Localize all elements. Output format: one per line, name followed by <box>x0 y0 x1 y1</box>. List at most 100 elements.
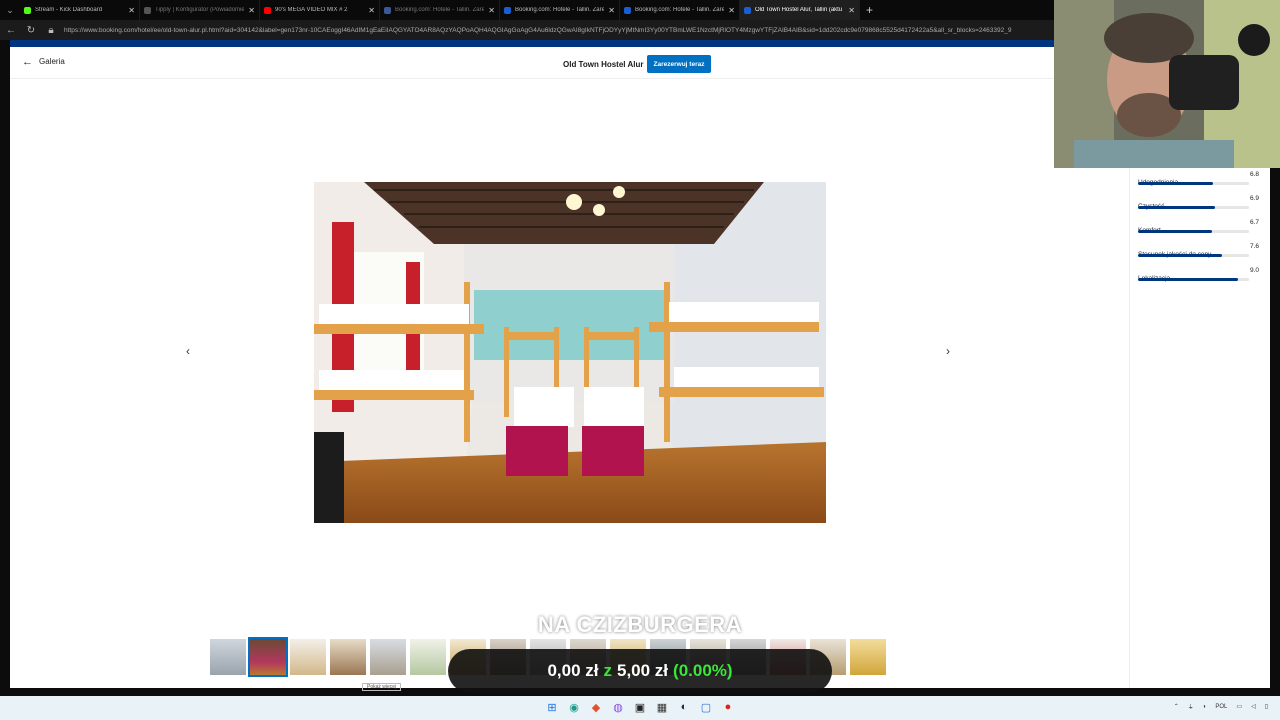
lock-icon[interactable]: 🔒︎ <box>44 25 58 36</box>
show-more-tag[interactable]: Pokaż więcej <box>362 683 402 691</box>
rating-row: Czystość 6.9 <box>1138 195 1259 213</box>
tab-menu-icon[interactable]: ⌄ <box>0 0 20 20</box>
rating-bar-fill <box>1138 182 1214 185</box>
rating-bar-fill <box>1138 278 1238 281</box>
gallery-back-link[interactable]: ← Galeria <box>22 55 65 68</box>
rating-bar-fill <box>1138 206 1215 209</box>
rating-value: 6.8 <box>1249 171 1259 178</box>
browser-tab[interactable]: Booking.com: Hotele - Tallin. Zarez ✕ <box>500 0 620 20</box>
rating-bar-track <box>1138 254 1249 257</box>
obs-icon[interactable]: ▣ <box>632 699 648 715</box>
dorm-room-photo <box>314 182 826 523</box>
rating-row: Lokalizacja 9.0 <box>1138 267 1259 285</box>
tab-favicon-icon <box>144 6 151 14</box>
gallery-thumbnail[interactable] <box>370 639 406 675</box>
taskbar-apps: ⊞ ◉ ◆ ◍ ▣ ▦ ◐ ▢ ● <box>544 699 736 715</box>
messenger-icon[interactable]: ◍ <box>610 699 626 715</box>
new-tab-icon[interactable]: + <box>860 3 879 17</box>
close-tab-icon[interactable]: ✕ <box>848 6 855 15</box>
close-tab-icon[interactable]: ✕ <box>248 6 255 15</box>
app-icon[interactable]: ▢ <box>698 699 714 715</box>
browser-tab[interactable]: 90's MEGA VIDEO MIX # 2 ✕ <box>260 0 380 20</box>
screen: ⌄ Stream - Kick Dashboard ✕ Tipply | Kon… <box>0 0 1280 720</box>
brave-browser-icon[interactable]: ◆ <box>588 699 604 715</box>
gallery-header: ← Galeria Old Town Hostel Alur Zarezerwu… <box>10 47 1130 79</box>
close-tab-icon[interactable]: ✕ <box>608 6 615 15</box>
rating-bar-track <box>1138 230 1249 233</box>
tray-chevron-icon[interactable]: ⌃ <box>1174 703 1179 710</box>
rating-bar-fill <box>1138 230 1213 233</box>
rating-bar-track <box>1138 206 1249 209</box>
system-tray: ⌃ ⏚ ◗ POL ▭ ◁ ▯ <box>1174 702 1268 712</box>
volume-icon[interactable]: ◁ <box>1251 703 1256 710</box>
rating-value: 9.0 <box>1249 267 1259 274</box>
tab-favicon-icon <box>264 6 271 14</box>
close-tab-icon[interactable]: ✕ <box>488 6 495 15</box>
calculator-icon[interactable]: ▦ <box>654 699 670 715</box>
tab-title: 90's MEGA VIDEO MIX # 2 <box>275 7 348 13</box>
tab-title: Tipply | Konfigurator (Powiadomienia) <box>155 7 245 13</box>
tab-title: Booking.com: Hotele - Tallin. Zarez <box>515 7 605 13</box>
rating-row: Udogodnienia 6.8 <box>1138 171 1259 189</box>
edge-browser-icon[interactable]: ◉ <box>566 699 582 715</box>
rating-value: 6.9 <box>1249 195 1259 202</box>
reserve-now-button[interactable]: Zarezerwuj teraz <box>647 55 711 73</box>
rating-bar-fill <box>1138 254 1223 257</box>
rating-value: 7.6 <box>1249 243 1259 250</box>
close-tab-icon[interactable]: ✕ <box>728 6 735 15</box>
steam-icon[interactable]: ◐ <box>676 699 692 715</box>
gallery-thumbnail-selected[interactable] <box>248 637 288 677</box>
tab-favicon-icon <box>744 6 751 14</box>
gallery-back-label: Galeria <box>39 57 65 66</box>
tab-favicon-icon <box>504 6 511 14</box>
goal-percent: (0.00%) <box>673 661 733 680</box>
arrow-left-icon: ← <box>22 55 33 68</box>
tab-favicon-icon <box>624 6 631 14</box>
rating-value: 6.7 <box>1249 219 1259 226</box>
back-arrow-icon[interactable]: ← <box>4 25 18 36</box>
goal-current: 0,00 zł <box>547 661 599 680</box>
donation-goal-counter: 0,00 zł z 5,00 zł (0.00%) <box>448 649 832 693</box>
rating-row: Komfort 6.7 <box>1138 219 1259 237</box>
keyboard-language[interactable]: POL <box>1215 704 1227 710</box>
goal-target: 5,00 zł <box>616 661 669 680</box>
chevron-left-icon[interactable]: ‹ <box>186 344 190 358</box>
browser-tab[interactable]: Booking.com: Hotele - Tallin. Zarez ✕ <box>620 0 740 20</box>
close-tab-icon[interactable]: ✕ <box>368 6 375 15</box>
browser-tab[interactable]: Booking.com: Hotele - Tallin. Zarez ✕ <box>380 0 500 20</box>
browser-tab-active[interactable]: Old Town Hostel Alur, Tallin (aktu ✕ <box>740 0 860 20</box>
tab-favicon-icon <box>24 6 31 14</box>
close-tab-icon[interactable]: ✕ <box>128 6 135 15</box>
network-icon[interactable]: ▭ <box>1236 703 1242 710</box>
tab-title: Stream - Kick Dashboard <box>35 7 103 13</box>
windows-start-icon[interactable]: ⊞ <box>544 699 560 715</box>
battery-icon[interactable]: ▯ <box>1265 703 1268 710</box>
recorder-icon[interactable]: ● <box>720 699 736 715</box>
webcam-feed <box>1054 0 1280 168</box>
gallery-main-photo <box>314 182 826 523</box>
tab-title: Booking.com: Hotele - Tallin. Zarez <box>395 7 485 13</box>
tab-favicon-icon <box>384 6 391 14</box>
usb-icon[interactable]: ⏚ <box>1188 702 1194 711</box>
review-scores-panel: Udogodnienia 6.8 Czystość 6.9 Komfort 6.… <box>1129 167 1270 688</box>
windows-taskbar: ⊞ ◉ ◆ ◍ ▣ ▦ ◐ ▢ ● ⌃ ⏚ ◗ POL ▭ ◁ ▯ <box>0 696 1280 720</box>
browser-tab[interactable]: Stream - Kick Dashboard ✕ <box>20 0 140 20</box>
hotel-name: Old Town Hostel Alur <box>563 60 644 69</box>
browser-tab[interactable]: Tipply | Konfigurator (Powiadomienia) ✕ <box>140 0 260 20</box>
webcam-overlay <box>1054 0 1280 168</box>
goal-separator: z <box>603 661 612 680</box>
gallery-thumbnail[interactable] <box>410 639 446 675</box>
rating-row: Stosunek jakości do ceny 7.6 <box>1138 243 1259 261</box>
gallery-thumbnail[interactable] <box>330 639 366 675</box>
reload-icon[interactable]: ↻ <box>24 25 38 36</box>
rating-bar-track <box>1138 278 1249 281</box>
booking-header-strip <box>10 40 1055 47</box>
gallery-thumbnail[interactable] <box>850 639 886 675</box>
gallery-thumbnail[interactable] <box>210 639 246 675</box>
chevron-right-icon[interactable]: › <box>946 344 950 358</box>
headset-icon[interactable]: ◗ <box>1203 704 1207 710</box>
rating-bar-track <box>1138 182 1249 185</box>
tab-title: Booking.com: Hotele - Tallin. Zarez <box>635 7 725 13</box>
gallery-thumbnail[interactable] <box>290 639 326 675</box>
url-field[interactable]: https://www.booking.com/hotel/ee/old-tow… <box>64 27 1104 34</box>
